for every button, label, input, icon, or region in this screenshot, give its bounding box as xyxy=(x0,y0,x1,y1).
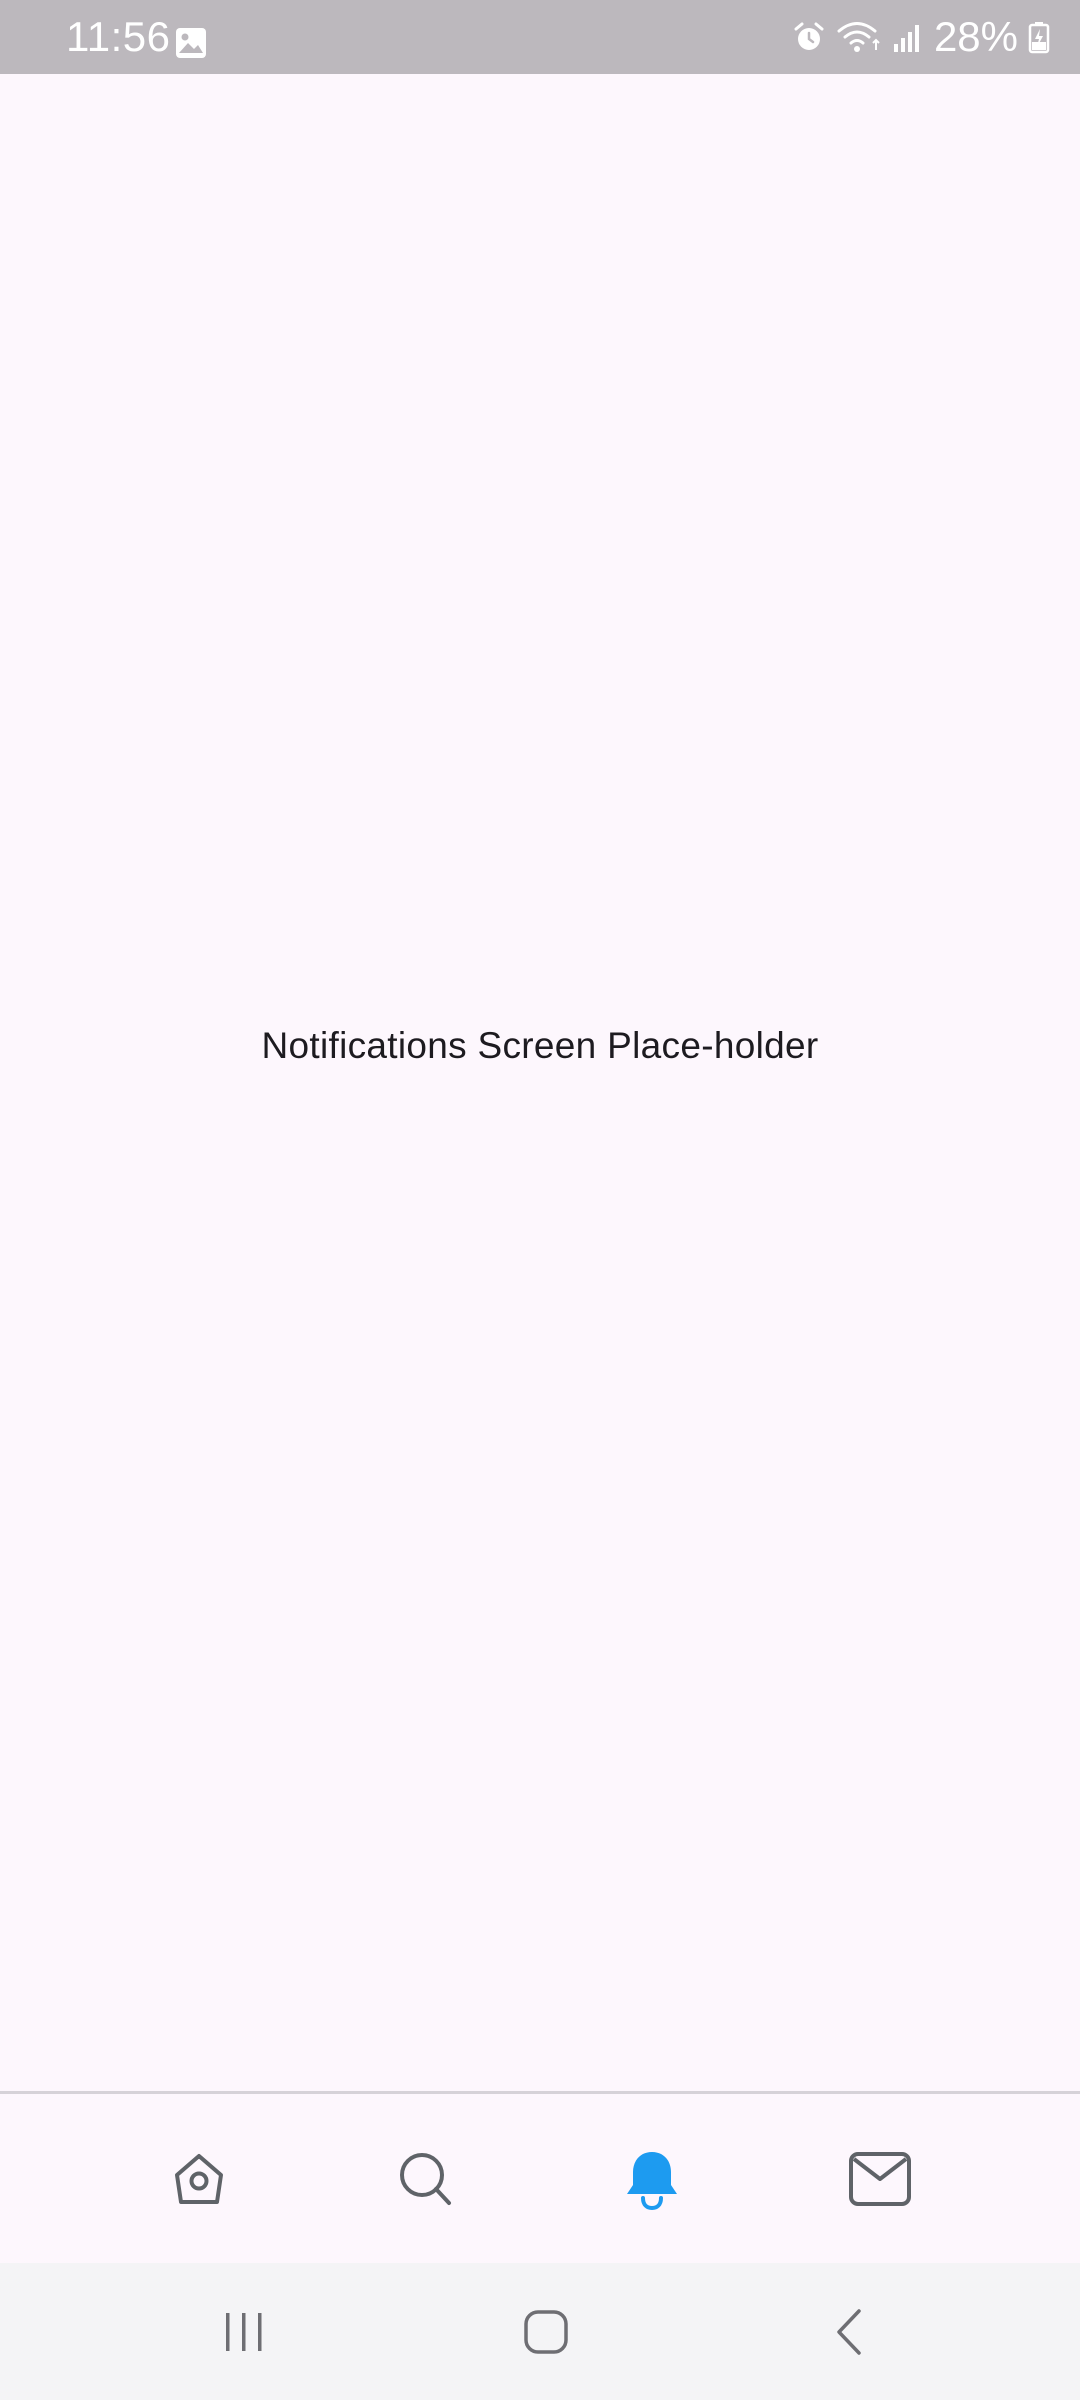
recents-icon xyxy=(226,2312,262,2351)
status-time: 11:56 xyxy=(66,13,171,60)
notifications-screen: Notifications Screen Place-holder xyxy=(0,74,1080,2091)
back-button[interactable] xyxy=(789,2263,909,2400)
nav-search[interactable] xyxy=(356,2094,496,2263)
wifi-icon xyxy=(837,22,880,52)
status-bar: 11:56 28% xyxy=(0,0,1080,74)
home-icon xyxy=(175,2153,223,2204)
placeholder-text: Notifications Screen Place-holder xyxy=(261,1025,819,1066)
battery-icon xyxy=(1028,22,1050,54)
signal-icon xyxy=(893,25,919,52)
gallery-icon xyxy=(176,28,206,58)
system-navigation-bar xyxy=(0,2263,1080,2400)
alarm-icon xyxy=(794,22,824,50)
battery-percent: 28% xyxy=(933,13,1018,60)
home-button[interactable] xyxy=(486,2263,606,2400)
bell-icon xyxy=(627,2151,677,2210)
home-circle-icon xyxy=(524,2309,568,2354)
nav-notifications[interactable] xyxy=(582,2094,722,2263)
bottom-navigation-bar xyxy=(0,2091,1080,2263)
recents-button[interactable] xyxy=(184,2263,304,2400)
status-icons: 28% xyxy=(792,14,1050,60)
back-icon xyxy=(837,2308,861,2355)
mail-icon xyxy=(849,2151,911,2206)
nav-home[interactable] xyxy=(129,2094,269,2263)
search-icon xyxy=(400,2152,451,2205)
nav-messages[interactable] xyxy=(810,2094,950,2263)
